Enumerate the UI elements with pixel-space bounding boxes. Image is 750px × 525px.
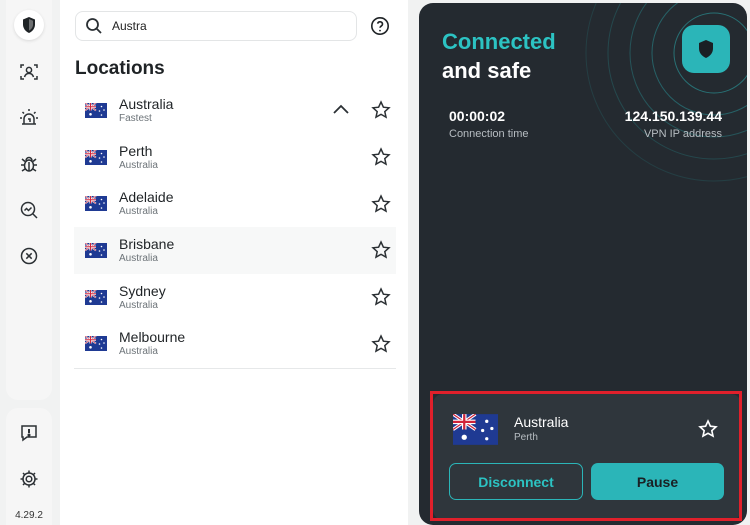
vpn-ip: 124.150.139.44 [624, 108, 722, 124]
connection-time-label: Connection time [449, 128, 529, 140]
app-version: 4.29.2 [15, 510, 43, 521]
alarm-icon [20, 109, 38, 125]
nav-blocker[interactable] [14, 241, 44, 271]
location-sub: Australia [119, 346, 158, 358]
magnify-chart-icon [20, 201, 38, 219]
locations-title: Locations [75, 58, 165, 79]
australia-flag-icon [85, 242, 107, 258]
star-icon[interactable] [371, 240, 391, 260]
status-headline: Connected [442, 29, 556, 54]
location-name: Perth [119, 142, 153, 159]
location-sub: Australia [119, 299, 158, 311]
user-scan-icon [20, 64, 38, 80]
help-icon[interactable] [370, 16, 390, 36]
star-icon[interactable] [371, 333, 391, 354]
location-row-adelaide[interactable]: Adelaide Australia [74, 180, 396, 227]
status-subheadline: and safe [442, 58, 532, 83]
vpn-ip-label: VPN IP address [643, 128, 722, 140]
star-icon[interactable] [371, 287, 391, 307]
location-name: Australia [119, 95, 174, 112]
chevron-up-icon[interactable] [332, 103, 350, 117]
protection-badge [682, 25, 730, 73]
location-row-melbourne[interactable]: Melbourne Australia [74, 320, 396, 367]
australia-flag-icon [85, 149, 107, 165]
location-sub: Australia [119, 252, 158, 264]
location-name: Sydney [119, 282, 166, 299]
nav-vpn[interactable] [14, 10, 44, 40]
nav-malware[interactable] [14, 149, 44, 179]
location-row-brisbane[interactable]: Brisbane Australia [74, 227, 396, 274]
disconnect-button[interactable]: Disconnect [449, 463, 583, 500]
settings-button[interactable] [14, 464, 44, 494]
location-row-australia[interactable]: Australia Fastest [74, 87, 396, 134]
location-name: Adelaide [119, 189, 174, 206]
search-box[interactable] [75, 11, 357, 41]
shield-icon [23, 17, 35, 33]
australia-flag-icon [85, 196, 107, 212]
pause-button[interactable]: Pause [591, 463, 724, 500]
star-icon[interactable] [698, 419, 718, 439]
search-input[interactable] [112, 19, 342, 33]
location-sub: Australia [119, 206, 158, 218]
location-row-sydney[interactable]: Sydney Australia [74, 274, 396, 321]
nav-identity[interactable] [14, 57, 44, 87]
location-list: Australia Fastest Perth Australia Adelai… [74, 87, 396, 367]
sidebar-rail [6, 0, 52, 400]
star-icon[interactable] [371, 100, 391, 120]
search-icon [86, 18, 102, 34]
gear-icon [20, 470, 38, 488]
bug-icon [21, 156, 37, 172]
close-circle-icon [20, 247, 38, 265]
divider [74, 368, 396, 369]
australia-flag-icon [85, 336, 107, 352]
locations-panel: Locations Australia Fastest Perth Austra… [60, 0, 408, 525]
connection-panel: Connected and safe 00:00:02 Connection t… [419, 3, 747, 525]
nav-alerts[interactable] [14, 103, 44, 133]
star-icon[interactable] [371, 147, 391, 167]
australia-flag-icon [85, 102, 107, 118]
location-sub: Australia [119, 159, 158, 171]
location-sub: Fastest [119, 112, 152, 124]
location-row-perth[interactable]: Perth Australia [74, 134, 396, 181]
feedback-button[interactable] [14, 418, 44, 448]
nav-scan[interactable] [14, 195, 44, 225]
feedback-icon [21, 425, 37, 442]
australia-flag-icon [453, 414, 498, 445]
current-country: Australia [514, 414, 569, 430]
shield-icon [699, 40, 713, 58]
current-location-card: Australia Perth Disconnect Pause [433, 394, 741, 520]
sidebar-rail-bottom: 4.29.2 [6, 408, 52, 525]
connection-time: 00:00:02 [449, 108, 506, 124]
star-icon[interactable] [371, 193, 391, 214]
location-name: Melbourne [119, 329, 186, 346]
current-city: Perth [514, 432, 538, 443]
australia-flag-icon [85, 289, 107, 305]
location-name: Brisbane [119, 235, 175, 252]
